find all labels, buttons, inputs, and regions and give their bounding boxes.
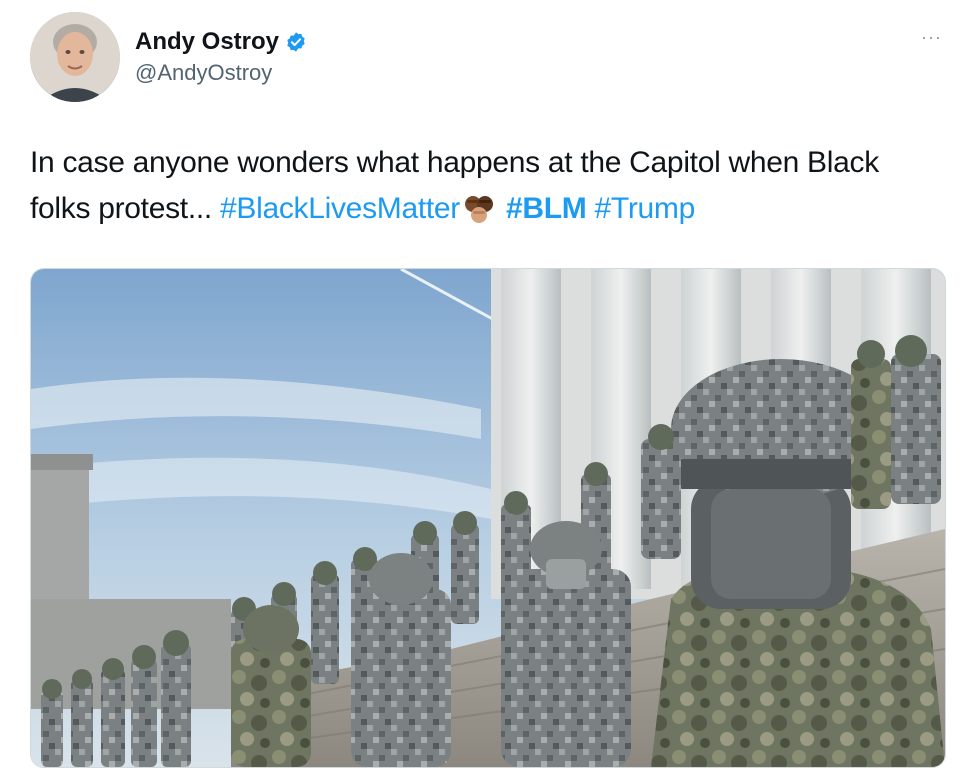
hashtag-blm[interactable]: #BLM [506, 192, 587, 225]
avatar[interactable] [30, 12, 120, 102]
hashtag-blacklivesmatter[interactable]: #BlackLivesMatter [220, 192, 460, 225]
avatar-photo [30, 12, 120, 102]
verified-badge-icon [285, 31, 307, 53]
author-row: Andy Ostroy [135, 28, 307, 56]
more-options-icon[interactable]: ··· [921, 28, 942, 46]
fists-raised-emoji-icon [462, 192, 496, 223]
author-handle[interactable]: @AndyOstroy [135, 60, 272, 86]
photo-icon [31, 269, 945, 767]
hashtag-trump[interactable]: #Trump [595, 192, 696, 225]
tweet-text: In case anyone wonders what happens at t… [30, 140, 930, 232]
tweet-photo[interactable] [30, 268, 946, 768]
author-display-name[interactable]: Andy Ostroy [135, 28, 279, 56]
